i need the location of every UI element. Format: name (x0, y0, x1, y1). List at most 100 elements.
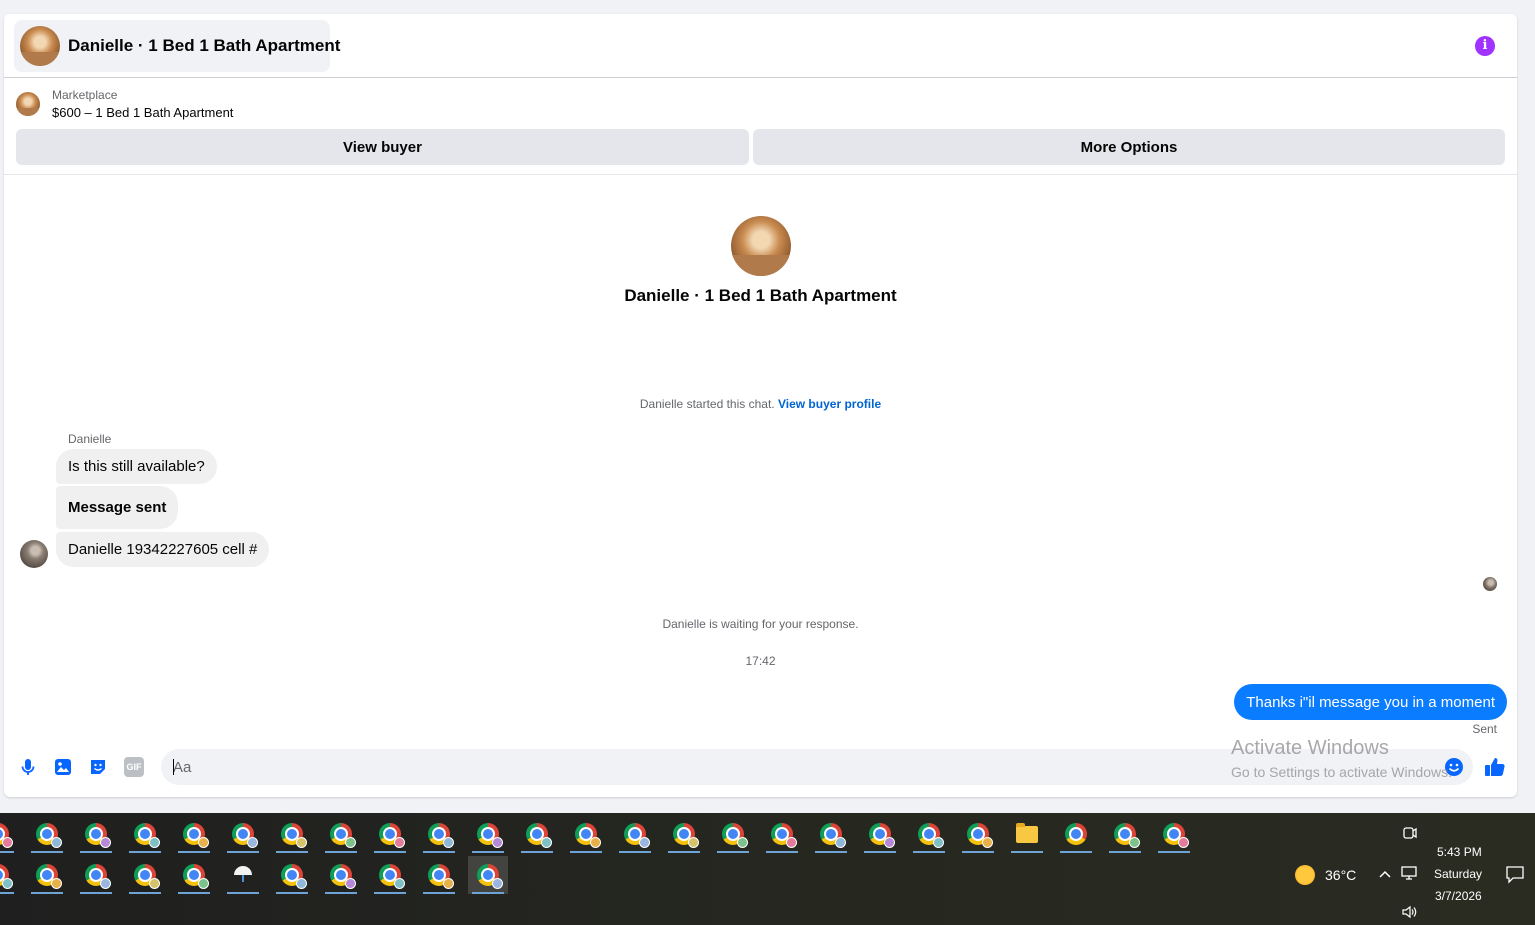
taskbar-chrome-window[interactable] (76, 815, 116, 853)
sticker-icon[interactable] (88, 757, 108, 777)
network-icon[interactable] (1401, 865, 1419, 881)
profile-badge (345, 878, 356, 889)
taskbar-chrome-window[interactable] (27, 856, 67, 894)
taskbar-chrome-window[interactable] (664, 815, 704, 853)
taskbar-chrome-window[interactable] (1056, 815, 1096, 853)
taskbar-chrome-window[interactable] (27, 815, 67, 853)
taskbar-chrome-window[interactable] (713, 815, 753, 853)
taskbar-chrome-window[interactable] (321, 815, 361, 853)
clock-time[interactable]: 5:43 PM (1437, 845, 1482, 859)
chrome-icon (722, 823, 748, 848)
more-options-button[interactable]: More Options (753, 129, 1505, 165)
taskbar-chrome-window[interactable] (566, 815, 606, 853)
profile-badge (492, 837, 503, 848)
clock-date[interactable]: 3/7/2026 (1435, 889, 1482, 903)
chrome-icon (477, 823, 503, 848)
info-icon[interactable]: i (1475, 36, 1495, 56)
view-buyer-button[interactable]: View buyer (16, 129, 749, 165)
taskbar-chrome-window[interactable] (223, 815, 263, 853)
incoming-message[interactable]: Danielle 19342227605 cell # (56, 532, 270, 567)
chrome-icon (967, 823, 993, 848)
profile-badge (247, 837, 258, 848)
meet-icon[interactable] (1402, 825, 1418, 841)
chrome-icon (330, 864, 356, 889)
seen-indicator-avatar (1483, 577, 1497, 591)
view-buyer-profile-link[interactable]: View buyer profile (778, 397, 881, 411)
taskbar-chrome-window[interactable] (1154, 815, 1194, 853)
taskbar-chrome-window[interactable] (370, 815, 410, 853)
message-input[interactable] (161, 749, 1473, 785)
taskbar-chrome-window[interactable] (762, 815, 802, 853)
incoming-message[interactable]: Is this still available? (56, 449, 217, 484)
taskbar-chrome-window[interactable] (174, 815, 214, 853)
chrome-icon (36, 864, 62, 889)
chrome-icon (1163, 823, 1189, 848)
chrome-icon (232, 823, 258, 848)
profile-badge (345, 837, 356, 848)
outgoing-message[interactable]: Thanks i"il message you in a moment (1234, 684, 1507, 720)
profile-badge (541, 837, 552, 848)
volume-icon[interactable] (1401, 904, 1419, 920)
profile-badge (492, 878, 503, 889)
taskbar-chrome-window[interactable] (174, 856, 214, 894)
profile-avatar[interactable] (730, 216, 791, 276)
profile-badge (737, 837, 748, 848)
profile-badge (100, 837, 111, 848)
taskbar-chrome-window[interactable] (321, 856, 361, 894)
waiting-notice: Danielle is waiting for your response. (662, 617, 859, 631)
taskbar-app[interactable] (223, 856, 263, 894)
chrome-icon (85, 823, 111, 848)
conversation-title-button[interactable]: Danielle · 1 Bed 1 Bath Apartment (14, 20, 340, 72)
chrome-icon (673, 823, 699, 848)
chrome-icon (281, 823, 307, 848)
gif-icon[interactable]: GIF (124, 757, 144, 777)
profile-badge (835, 837, 846, 848)
weather-icon[interactable] (1295, 865, 1315, 885)
like-icon[interactable] (1483, 755, 1507, 779)
taskbar-chrome-window[interactable] (468, 856, 508, 894)
listing-summary[interactable]: Marketplace $600 – 1 Bed 1 Bath Apartmen… (16, 88, 233, 120)
image-icon[interactable] (53, 757, 73, 777)
profile-badge (149, 878, 160, 889)
taskbar-chrome-window[interactable] (272, 815, 312, 853)
taskbar-chrome-window[interactable] (419, 815, 459, 853)
mic-icon[interactable] (18, 757, 38, 777)
chat-panel: Danielle · 1 Bed 1 Bath Apartment i Mark… (4, 14, 1517, 797)
sender-avatar[interactable] (20, 540, 48, 568)
chrome-icon (281, 864, 307, 889)
message-timestamp: 17:42 (745, 654, 776, 668)
taskbar-chrome-window[interactable] (419, 856, 459, 894)
taskbar-chrome-window[interactable] (517, 815, 557, 853)
taskbar-chrome-window[interactable] (76, 856, 116, 894)
taskbar-chrome-window[interactable] (0, 856, 18, 894)
chrome-icon (0, 864, 13, 889)
taskbar-file-explorer[interactable] (1007, 815, 1047, 853)
notification-icon[interactable] (1505, 864, 1525, 884)
profile-badge (51, 878, 62, 889)
chrome-icon (1114, 823, 1140, 848)
taskbar-chrome-window[interactable] (125, 815, 165, 853)
taskbar-chrome-window[interactable] (125, 856, 165, 894)
taskbar-chrome-window[interactable] (370, 856, 410, 894)
taskbar-chrome-window[interactable] (615, 815, 655, 853)
taskbar-chrome-window[interactable] (958, 815, 998, 853)
taskbar-chrome-window[interactable] (811, 815, 851, 853)
taskbar-chrome-window[interactable] (0, 815, 18, 853)
clock-day[interactable]: Saturday (1434, 867, 1482, 881)
chrome-icon (330, 823, 356, 848)
incoming-message[interactable]: Message sent (56, 486, 179, 529)
profile-badge (688, 837, 699, 848)
taskbar-chrome-window[interactable] (272, 856, 312, 894)
text-caret (173, 759, 174, 775)
taskbar-chrome-window[interactable] (1105, 815, 1145, 853)
listing-avatar (20, 26, 60, 66)
taskbar-chrome-window[interactable] (909, 815, 949, 853)
chrome-icon (183, 864, 209, 889)
chevron-up-icon[interactable] (1378, 867, 1392, 881)
chrome-icon (134, 864, 160, 889)
taskbar-chrome-window[interactable] (468, 815, 508, 853)
taskbar-chrome-window[interactable] (860, 815, 900, 853)
weather-temperature[interactable]: 36°C (1325, 867, 1356, 883)
profile-badge (1129, 837, 1140, 848)
emoji-icon[interactable] (1444, 757, 1464, 777)
